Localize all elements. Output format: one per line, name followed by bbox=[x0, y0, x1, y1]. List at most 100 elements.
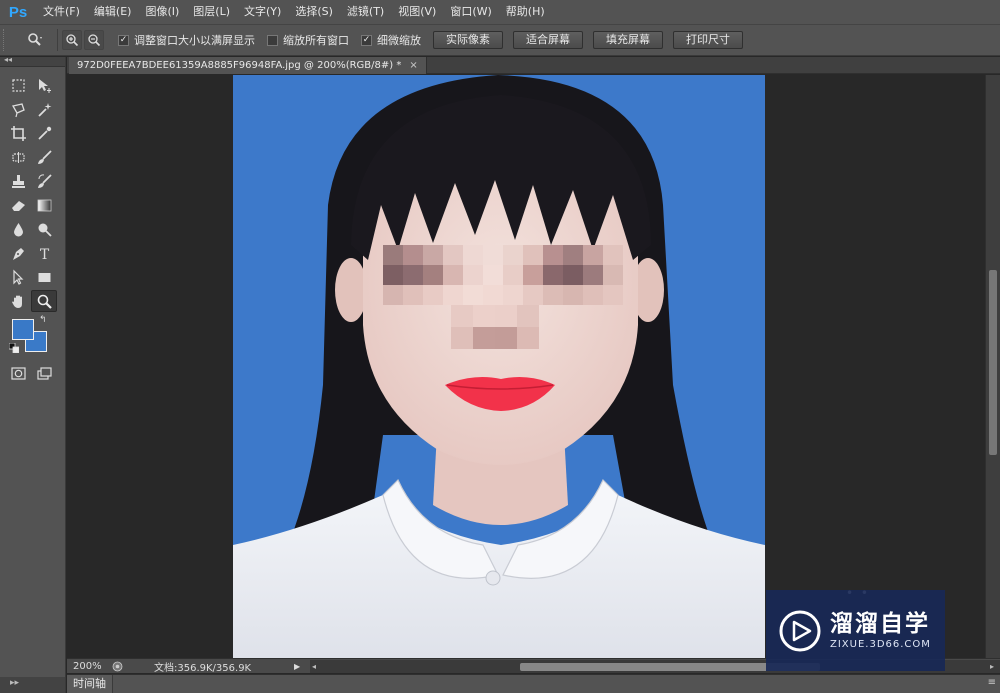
menu-type[interactable]: 文字(Y) bbox=[237, 0, 288, 24]
eyedropper-tool[interactable] bbox=[31, 122, 57, 144]
scrubby-zoom-checkbox[interactable]: ✓ 细微缩放 bbox=[361, 32, 421, 48]
options-grip[interactable] bbox=[3, 29, 11, 51]
gradient-icon bbox=[37, 199, 51, 211]
collapse-icon[interactable]: ◂◂ bbox=[4, 55, 12, 64]
lasso-tool[interactable] bbox=[5, 98, 31, 120]
gradient-tool[interactable] bbox=[31, 194, 57, 216]
checkbox-box[interactable] bbox=[267, 34, 278, 46]
options-separator bbox=[57, 29, 58, 51]
app-logo: Ps bbox=[8, 3, 28, 21]
magic-wand-tool[interactable] bbox=[31, 98, 57, 120]
crop-tool[interactable] bbox=[5, 122, 31, 144]
zoom-tool[interactable] bbox=[31, 290, 57, 312]
menu-window[interactable]: 窗口(W) bbox=[443, 0, 498, 24]
resize-windows-checkbox[interactable]: ✓ 调整窗口大小以满屏显示 bbox=[118, 32, 255, 48]
print-size-button[interactable]: 打印尺寸 bbox=[673, 31, 743, 49]
blur-drop-icon bbox=[13, 222, 23, 236]
blur-tool[interactable] bbox=[5, 218, 31, 240]
zoom-in-button[interactable] bbox=[62, 30, 82, 50]
path-selection-icon bbox=[12, 269, 23, 285]
zoom-all-windows-checkbox[interactable]: 缩放所有窗口 bbox=[267, 32, 349, 48]
menu-filter[interactable]: 滤镜(T) bbox=[340, 0, 391, 24]
zoom-in-icon bbox=[66, 34, 79, 47]
actual-pixels-button[interactable]: 实际像素 bbox=[433, 31, 503, 49]
menu-select[interactable]: 选择(S) bbox=[288, 0, 340, 24]
healing-brush-icon bbox=[11, 151, 25, 163]
pen-icon bbox=[12, 247, 24, 260]
crop-icon bbox=[10, 125, 26, 141]
id-photo bbox=[233, 75, 765, 658]
quick-mask-button[interactable] bbox=[5, 362, 31, 384]
pen-tool[interactable] bbox=[5, 242, 31, 264]
eraser-icon bbox=[11, 200, 25, 211]
menu-layer[interactable]: 图层(L) bbox=[186, 0, 237, 24]
resize-windows-label: 调整窗口大小以满屏显示 bbox=[134, 34, 255, 47]
checkbox-box[interactable]: ✓ bbox=[361, 34, 372, 46]
vertical-scroll-thumb[interactable] bbox=[989, 270, 997, 455]
fill-screen-button[interactable]: 填充屏幕 bbox=[593, 31, 663, 49]
color-swatches: ↰ bbox=[0, 315, 65, 361]
type-icon: T bbox=[39, 247, 49, 262]
move-tool[interactable] bbox=[31, 74, 57, 96]
history-brush-tool[interactable] bbox=[31, 170, 57, 192]
swap-colors-icon[interactable]: ↰ bbox=[39, 315, 47, 325]
tool-preset-picker[interactable] bbox=[17, 29, 53, 51]
vertical-scrollbar[interactable] bbox=[985, 75, 1000, 658]
scroll-right-arrow-icon[interactable]: ▸ bbox=[990, 660, 994, 673]
hand-tool[interactable] bbox=[5, 290, 31, 312]
menu-bar: Ps 文件(F) 编辑(E) 图像(I) 图层(L) 文字(Y) 选择(S) 滤… bbox=[0, 0, 1000, 24]
options-bar: ✓ 调整窗口大小以满屏显示 缩放所有窗口 ✓ 细微缩放 实际像素 适合屏幕 填充… bbox=[0, 24, 1000, 56]
status-info-icon[interactable] bbox=[110, 660, 124, 672]
document-size-info: 文档:356.9K/356.9K bbox=[154, 662, 252, 674]
dodge-icon bbox=[38, 223, 52, 237]
portrait-image bbox=[233, 75, 765, 658]
checkbox-box[interactable]: ✓ bbox=[118, 34, 129, 46]
close-tab-icon[interactable]: × bbox=[409, 60, 417, 71]
collapse-icon[interactable]: ▸▸ bbox=[10, 678, 19, 688]
zoom-out-button[interactable] bbox=[84, 30, 104, 50]
document-tab-bar: 972D0FEEA7BDEE61359A8885F96948FA.jpg @ 2… bbox=[67, 57, 1000, 74]
type-tool[interactable]: T bbox=[31, 242, 57, 264]
tools-panel: ◂◂ T ↰ bbox=[0, 55, 66, 677]
history-brush-icon bbox=[37, 173, 52, 188]
document-tab-title: 972D0FEEA7BDEE61359A8885F96948FA.jpg @ 2… bbox=[77, 60, 402, 71]
tools-panel-header[interactable]: ◂◂ bbox=[0, 55, 65, 67]
zoom-level-field[interactable]: 200% bbox=[67, 661, 107, 672]
svg-text:T: T bbox=[39, 247, 49, 262]
play-logo-icon bbox=[779, 610, 821, 651]
hand-icon bbox=[11, 295, 22, 308]
path-selection-tool[interactable] bbox=[5, 266, 31, 288]
panel-menu-icon[interactable]: ≡ bbox=[988, 677, 996, 688]
fit-screen-button[interactable]: 适合屏幕 bbox=[513, 31, 583, 49]
zoom-all-windows-label: 缩放所有窗口 bbox=[283, 34, 349, 47]
menu-view[interactable]: 视图(V) bbox=[391, 0, 443, 24]
timeline-tab[interactable]: 时间轴 bbox=[67, 675, 113, 693]
brush-icon bbox=[37, 149, 52, 164]
marquee-tool[interactable] bbox=[5, 74, 31, 96]
scroll-left-arrow-icon[interactable]: ◂ bbox=[312, 660, 316, 673]
shape-tool[interactable] bbox=[31, 266, 57, 288]
healing-brush-tool[interactable] bbox=[5, 146, 31, 168]
screen-mode-button[interactable] bbox=[31, 362, 57, 384]
watermark-url: ZIXUE.3D66.COM bbox=[830, 638, 931, 650]
dodge-tool[interactable] bbox=[31, 218, 57, 240]
document-canvas[interactable] bbox=[67, 75, 985, 658]
eraser-tool[interactable] bbox=[5, 194, 31, 216]
scrubby-zoom-label: 细微缩放 bbox=[377, 34, 421, 47]
clone-stamp-tool[interactable] bbox=[5, 170, 31, 192]
document-tab[interactable]: 972D0FEEA7BDEE61359A8885F96948FA.jpg @ 2… bbox=[69, 57, 427, 74]
move-icon bbox=[38, 78, 51, 93]
menu-image[interactable]: 图像(I) bbox=[138, 0, 186, 24]
screen-mode-icon bbox=[36, 366, 52, 380]
magic-wand-icon bbox=[37, 102, 51, 117]
brush-tool[interactable] bbox=[31, 146, 57, 168]
status-menu-arrow-icon[interactable]: ▶ bbox=[294, 662, 306, 671]
default-colors-icon[interactable] bbox=[9, 343, 19, 353]
clone-stamp-icon bbox=[11, 174, 25, 188]
foreground-color-swatch[interactable] bbox=[12, 319, 34, 340]
lasso-icon bbox=[11, 102, 25, 117]
menu-file[interactable]: 文件(F) bbox=[36, 0, 87, 24]
menu-help[interactable]: 帮助(H) bbox=[499, 0, 552, 24]
quick-mask-icon bbox=[10, 366, 26, 380]
menu-edit[interactable]: 编辑(E) bbox=[87, 0, 139, 24]
